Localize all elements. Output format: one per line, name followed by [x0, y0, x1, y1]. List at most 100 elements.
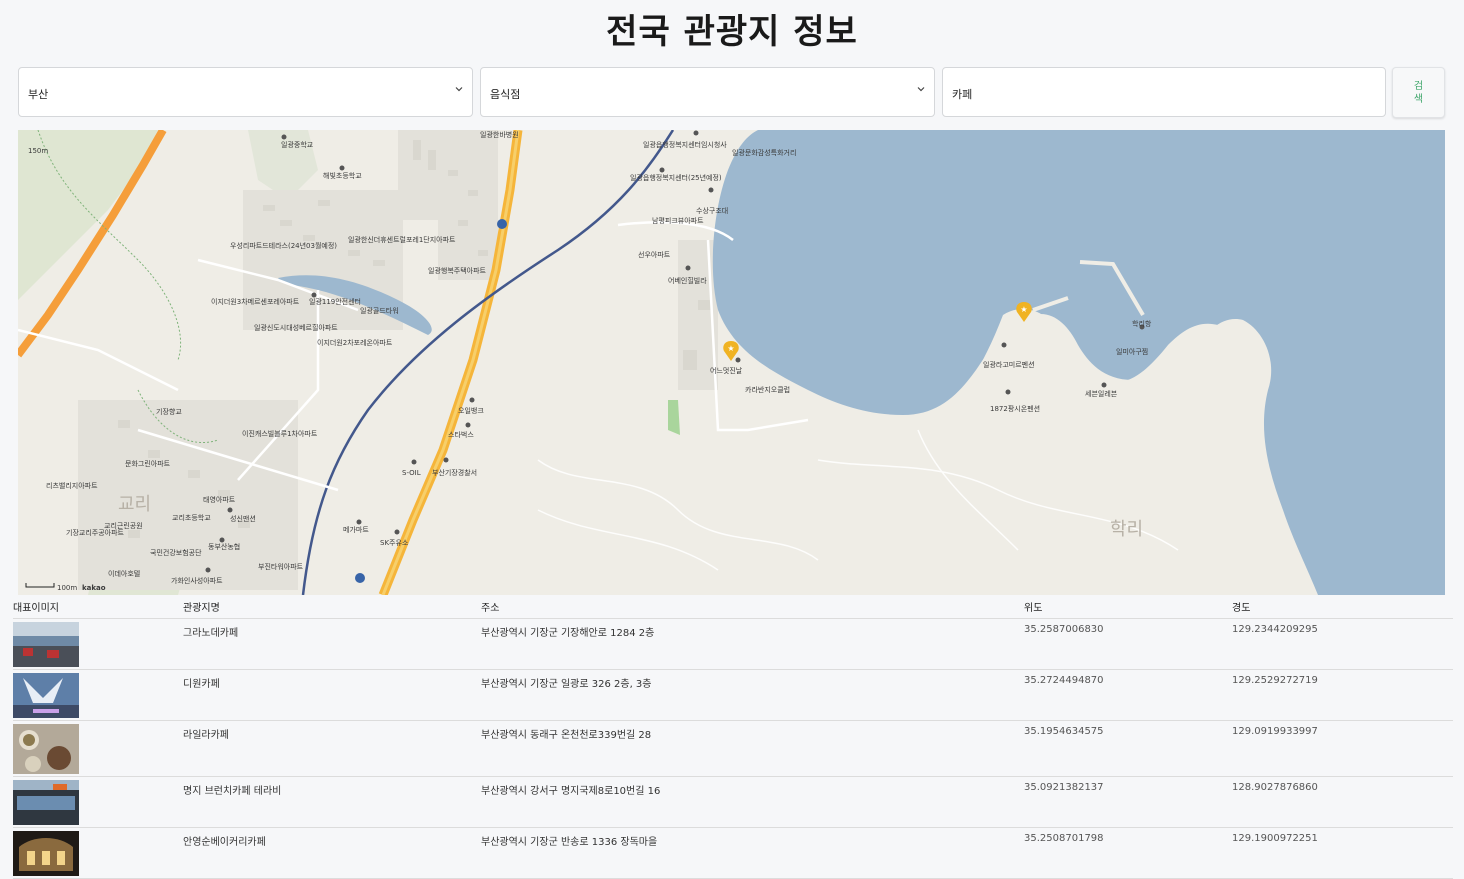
map-label: 일광행복주택아파트 [428, 266, 487, 275]
district-label: 교리 [118, 494, 151, 515]
map-label: 메가마트 [343, 525, 369, 534]
map-label: 일광중학교 [281, 140, 314, 149]
scale-label: 100m [57, 584, 77, 592]
map-label: 일광신도시대성베르힐아파트 [254, 323, 338, 332]
table-row[interactable]: 디원카페 부산광역시 기장군 일광로 326 2층, 3층 35.2724494… [13, 669, 1453, 721]
place-address: 부산광역시 기장군 일광로 326 2층, 3층 [481, 679, 652, 690]
place-longitude: 129.2529272719 [1232, 675, 1318, 686]
column-header: 관광지명 [183, 595, 481, 619]
map-label: 해빛초등학교 [323, 171, 362, 180]
place-latitude: 35.2724494870 [1024, 675, 1104, 686]
search-button-label: 검색 [1413, 81, 1424, 105]
keyword-input-value: 카페 [952, 88, 973, 101]
place-name: 라일라카페 [183, 730, 229, 741]
results-table: 대표이미지 관광지명 주소 위도 경도 그라노데카페 부산광역시 기장군 기장해… [13, 595, 1453, 879]
kakao-logo: kakao [82, 584, 106, 592]
map-label: 일광골드타워 [360, 306, 399, 315]
map-label: 리츠밸리지아파트 [46, 481, 98, 490]
map-label: 오일뱅크 [458, 406, 484, 415]
map-label: 교리초등학교 [172, 513, 211, 522]
place-address: 부산광역시 동래구 온천천로339번길 28 [481, 730, 652, 741]
map-label: 부진타워아파트 [258, 562, 304, 571]
map-label: 일광읍행정복지센터(25년예정) [630, 173, 722, 182]
map-label: SK주유소 [380, 539, 409, 547]
table-row[interactable]: 안영순베이커리카페 부산광역시 기장군 반송로 1336 장독마을 35.250… [13, 827, 1453, 879]
map-label: 기장향교 [156, 407, 182, 416]
map-label: 이데아호텔 [108, 569, 140, 578]
table-header-row: 대표이미지 관광지명 주소 위도 경도 [13, 595, 1453, 619]
page-title: 전국 관광지 정보 [606, 12, 858, 52]
map-label: 수상구조대 [696, 206, 728, 215]
place-latitude: 35.0921382137 [1024, 782, 1104, 793]
map-label: 태영아파트 [203, 495, 236, 504]
map-label: 스타벅스 [448, 430, 474, 439]
thumbnail-image [13, 622, 79, 667]
map-label: 일미아구찜 [1116, 347, 1148, 356]
place-longitude: 128.9027876860 [1232, 782, 1318, 793]
map-label: 이지더원2차포레온아파트 [317, 338, 393, 347]
map-label: 선우아파트 [638, 250, 671, 259]
map-label: 카라반지오클럽 [745, 385, 790, 394]
thumbnail-image [13, 724, 79, 774]
place-name: 안영순베이커리카페 [183, 837, 266, 848]
category-select-value: 음식점 [490, 88, 521, 101]
map-label: 성신맨션 [230, 514, 256, 523]
column-header: 주소 [481, 595, 1024, 619]
place-address: 부산광역시 기장군 기장해안로 1284 2층 [481, 628, 655, 639]
map-view[interactable]: 일광중학교 해빛초등학교 일광한바병원 일광읍행정복지센터임시청사 일광읍행정복… [18, 130, 1445, 595]
map-label: 가화인사성아파트 [171, 576, 223, 585]
place-latitude: 35.2508701798 [1024, 833, 1104, 844]
place-longitude: 129.1900972251 [1232, 833, 1318, 844]
map-label: 기장교리주공아파트 [66, 528, 125, 537]
table-row[interactable]: 명지 브런치카페 테라비 부산광역시 강서구 명지국제8로10번길 16 35.… [13, 776, 1453, 828]
map-label: 국민건강보험공단 [150, 548, 202, 557]
thumbnail-image [13, 831, 79, 876]
place-longitude: 129.2344209295 [1232, 624, 1318, 635]
place-address: 부산광역시 강서구 명지국제8로10번길 16 [481, 786, 661, 797]
map-label: 일광한바병원 [480, 130, 519, 139]
place-address: 부산광역시 기장군 반송로 1336 장독마을 [481, 837, 658, 848]
chevron-down-icon [917, 87, 925, 92]
map-label: 세븐일레븐 [1085, 389, 1118, 398]
column-header: 위도 [1024, 595, 1232, 619]
map-label: S-OIL [402, 469, 421, 477]
map-label: 일광읍행정복지센터임시청사 [643, 140, 727, 149]
region-select-value: 부산 [28, 88, 49, 101]
place-name: 명지 브런치카페 테라비 [183, 786, 282, 797]
place-latitude: 35.2587006830 [1024, 624, 1104, 635]
map-label: 일광라고미르펜션 [983, 360, 1035, 369]
map-label: 부산기장경찰서 [432, 468, 477, 477]
map-label: 150m [28, 147, 48, 155]
table-row[interactable]: 그라노데카페 부산광역시 기장군 기장해안로 1284 2층 35.258700… [13, 618, 1453, 670]
thumbnail-image [13, 780, 79, 825]
map-label: 어베인힐빌라 [668, 276, 707, 285]
map-label: 남평피크뷰아파트 [652, 216, 704, 225]
thumbnail-image [13, 673, 79, 718]
place-name: 디원카페 [183, 679, 220, 690]
map-label: 우성리파트드테라스(24년03월예정) [230, 241, 337, 250]
map-canvas[interactable]: 일광중학교 해빛초등학교 일광한바병원 일광읍행정복지센터임시청사 일광읍행정복… [18, 130, 1445, 595]
search-button[interactable]: 검색 [1392, 67, 1445, 118]
chevron-down-icon [455, 87, 463, 92]
category-select[interactable]: 음식점 [480, 67, 935, 117]
map-label: 문화그린아파트 [125, 459, 171, 468]
table-row[interactable]: 라일라카페 부산광역시 동래구 온천천로339번길 28 35.19546345… [13, 720, 1453, 777]
place-longitude: 129.0919933997 [1232, 726, 1318, 737]
svg-text:★: ★ [1020, 305, 1027, 314]
column-header: 경도 [1232, 595, 1453, 619]
map-label: 일광119안전센터 [309, 297, 361, 306]
map-label: 이진캐스빌블루1차아파트 [242, 429, 318, 438]
svg-text:★: ★ [727, 344, 734, 353]
region-select[interactable]: 부산 [18, 67, 473, 117]
map-label: 이지더원3차메르센포레아파트 [211, 297, 300, 306]
place-name: 그라노데카페 [183, 628, 239, 639]
map-label: 동부산농협 [208, 542, 240, 551]
district-label: 학리 [1110, 519, 1143, 540]
map-label: 학리항 [1132, 319, 1152, 328]
place-latitude: 35.1954634575 [1024, 726, 1104, 737]
map-label: 일광문화감성특화거리 [732, 148, 796, 157]
map-label: 1872팡시온펜션 [990, 404, 1040, 413]
keyword-input[interactable]: 카페 [942, 67, 1386, 117]
map-label: 어느멋진날 [710, 366, 743, 375]
map-label: 일광한신더휴센트럴포레1단지아파트 [348, 235, 456, 244]
